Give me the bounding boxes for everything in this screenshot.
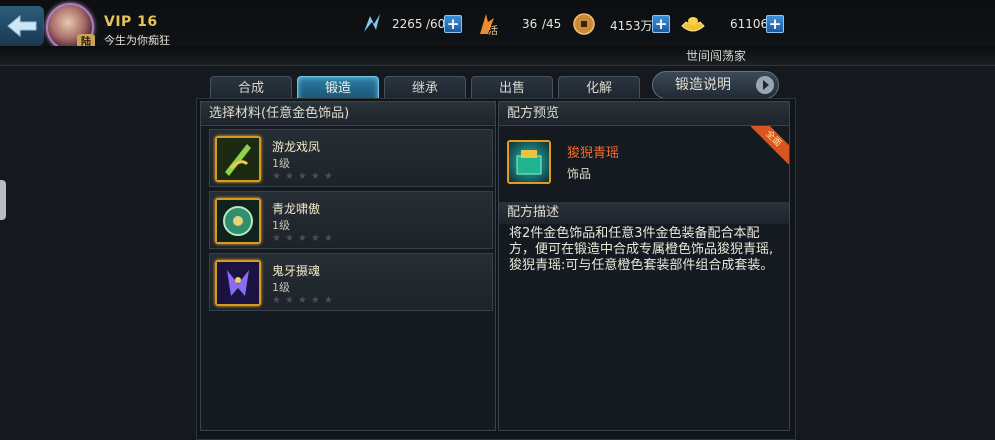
energy-icon-char: 活 xyxy=(488,26,498,37)
jade-dragon-icon xyxy=(215,198,261,244)
copper-value: 4153万 xyxy=(610,19,653,33)
gold-resource: 61106 + xyxy=(680,12,784,36)
side-handle[interactable] xyxy=(0,180,6,220)
material-item-1[interactable]: 游龙戏凤 1级 ★★★★★ xyxy=(209,129,493,187)
top-bar: 陆 VIP 16 今生为你痴狂 2265 /60 + 活 36 /45 4153… xyxy=(0,0,995,52)
recipe-item-name: 狻猊青瑶 xyxy=(567,146,620,161)
energy-current: 36 xyxy=(522,17,538,31)
energy-max: /45 xyxy=(542,17,562,31)
recipe-item-type: 饰品 xyxy=(567,167,592,181)
stamina-max: /60 xyxy=(426,17,446,31)
stamina-resource: 2265 /60 + xyxy=(356,12,466,36)
forge-help-button[interactable]: 锻造说明 xyxy=(652,71,779,99)
back-button[interactable] xyxy=(0,6,44,46)
chevron-right-icon xyxy=(756,76,774,94)
stamina-add-button[interactable]: + xyxy=(444,15,462,33)
stamina-icon xyxy=(364,14,380,32)
material-name: 游龙戏凤 xyxy=(272,140,321,154)
recipe-description-title: 配方描述 xyxy=(499,202,789,224)
materials-panel-title: 选择材料(任意金色饰品) xyxy=(201,102,495,126)
material-level: 1级 xyxy=(272,157,290,170)
gold-add-button[interactable]: + xyxy=(766,15,784,33)
back-arrow-icon xyxy=(7,14,37,38)
stamina-current: 2265 xyxy=(392,17,423,31)
star-rating: ★★★★★ xyxy=(272,295,337,306)
copper-add-button[interactable]: + xyxy=(652,15,670,33)
recipe-description: 将2件金色饰品和任意3件金色装备配合本配方，便可在锻造中合成专属橙色饰品狻猊青瑶… xyxy=(509,226,774,273)
copper-coin-icon xyxy=(573,13,595,35)
star-rating: ★★★★★ xyxy=(272,171,337,182)
energy-resource: 活 36 /45 xyxy=(474,12,574,37)
materials-panel: 选择材料(任意金色饰品) 游龙戏凤 1级 ★★★★★ 青龙啸傲 1级 ★★★★★ xyxy=(200,101,496,431)
material-item-3[interactable]: 鬼牙摄魂 1级 ★★★★★ xyxy=(209,253,493,311)
dragon-blade-icon xyxy=(215,136,261,182)
recipe-card[interactable]: 狻猊青瑶 饰品 xyxy=(507,132,787,194)
copper-resource: 4153万 + xyxy=(572,12,672,36)
material-level: 1级 xyxy=(272,281,290,294)
recipe-preview-title: 配方预览 xyxy=(499,102,789,126)
gold-ingot-icon xyxy=(681,17,705,32)
announcement-strip xyxy=(0,46,995,66)
announcement-marquee: 世间闯荡家 xyxy=(686,49,747,63)
gold-value: 61106 xyxy=(730,17,769,31)
jade-lion-icon xyxy=(507,140,551,184)
vip-label: VIP 16 xyxy=(104,14,158,30)
ghost-fang-icon xyxy=(215,260,261,306)
forge-help-label: 锻造说明 xyxy=(675,77,731,93)
material-name: 鬼牙摄魂 xyxy=(272,264,321,278)
star-rating: ★★★★★ xyxy=(272,233,337,244)
recipe-panel: 配方预览 全面 狻猊青瑶 饰品 配方描述 将2件金色饰品和任意3件金色装备配合本… xyxy=(498,101,790,431)
material-item-2[interactable]: 青龙啸傲 1级 ★★★★★ xyxy=(209,191,493,249)
material-level: 1级 xyxy=(272,219,290,232)
material-name: 青龙啸傲 xyxy=(272,202,321,216)
